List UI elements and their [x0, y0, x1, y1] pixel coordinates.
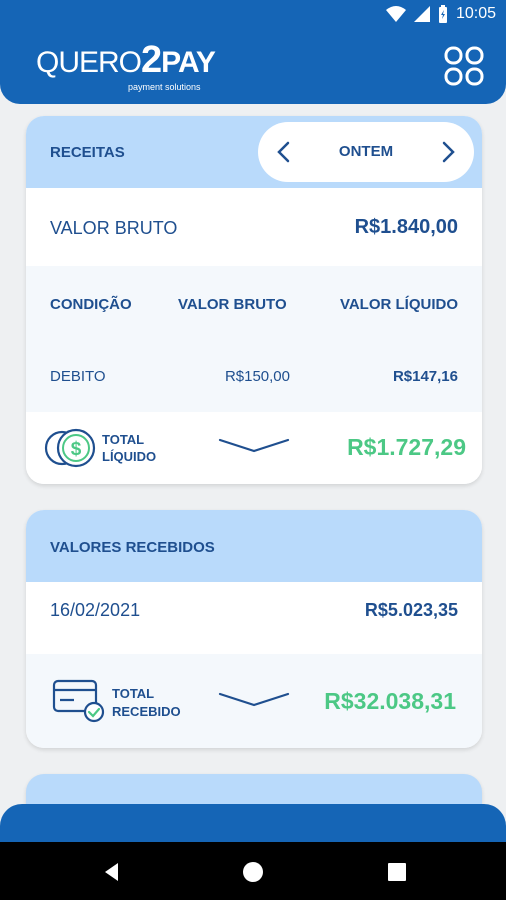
total-liquido-label-1: TOTAL [102, 432, 145, 447]
chevron-down-icon[interactable] [218, 436, 290, 454]
back-icon[interactable] [100, 860, 124, 884]
app-header: QUERO2PAY payment solutions [0, 30, 506, 104]
table-header-valor-liquido: VALOR LÍQUIDO [339, 296, 458, 313]
chevron-down-icon[interactable] [218, 690, 290, 708]
receitas-card: RECEITAS ONTEM VALOR BRUTO R$1.840,00 CO… [26, 116, 482, 484]
row-valor-liquido: R$147,16 [392, 368, 458, 385]
total-recebido-label-1: TOTAL [112, 686, 155, 701]
wifi-icon [385, 6, 406, 22]
home-icon[interactable] [241, 860, 265, 884]
receitas-title: RECEITAS [50, 144, 125, 161]
svg-text:$: $ [71, 439, 82, 460]
recebido-date: 16/02/2021 [50, 600, 141, 620]
row-condicao: DEBITO [50, 368, 106, 385]
total-recebido-label-2: RECEBIDO [112, 704, 181, 719]
total-recebido-row: TOTAL RECEBIDO R$32.038,31 [26, 654, 482, 748]
status-icons: 10:05 [385, 5, 496, 23]
valores-recebidos-title: VALORES RECEBIDOS [50, 539, 215, 556]
row-valor-bruto: R$150,00 [224, 368, 290, 385]
coins-icon: $ [44, 428, 96, 468]
total-recebido-value: R$32.038,31 [324, 688, 456, 714]
valor-bruto-value: R$1.840,00 [354, 216, 458, 238]
valores-recebidos-card: VALORES RECEBIDOS 16/02/2021 R$5.023,35 … [26, 510, 482, 748]
battery-icon [438, 5, 447, 23]
chevron-right-icon[interactable] [434, 138, 462, 166]
logo-text-quero: QUERO [36, 46, 142, 79]
valor-bruto-row: VALOR BRUTO R$1.840,00 [26, 188, 482, 266]
recebido-amount: R$5.023,35 [364, 600, 458, 620]
card-check-icon [52, 679, 105, 723]
recebido-row: 16/02/2021 R$5.023,35 [26, 582, 482, 654]
total-liquido-value: R$1.727,29 [347, 434, 466, 460]
valor-bruto-label: VALOR BRUTO [50, 218, 178, 238]
table-header-valor-bruto: VALOR BRUTO [178, 296, 287, 313]
app-logo: QUERO2PAY payment solutions [36, 41, 216, 92]
status-time: 10:05 [455, 5, 496, 22]
navigation-bar [0, 842, 506, 900]
receitas-card-header: RECEITAS ONTEM [26, 116, 482, 188]
logo-text-pay: PAY [161, 46, 216, 79]
table-header-condicao: CONDIÇÃO [50, 296, 132, 313]
logo-text-2: 2 [141, 39, 162, 81]
total-liquido-label-2: LÍQUIDO [102, 449, 157, 464]
total-liquido-row: $ TOTAL LÍQUIDO R$1.727,29 [26, 412, 482, 484]
grid-menu-icon[interactable] [444, 46, 484, 86]
date-filter-pill: ONTEM [258, 122, 474, 182]
logo-tagline: payment solutions [128, 82, 201, 92]
signal-icon [413, 6, 430, 22]
recents-icon[interactable] [385, 860, 409, 884]
status-bar: 10:05 [0, 0, 506, 30]
valores-recebidos-header: VALORES RECEBIDOS [26, 510, 482, 582]
